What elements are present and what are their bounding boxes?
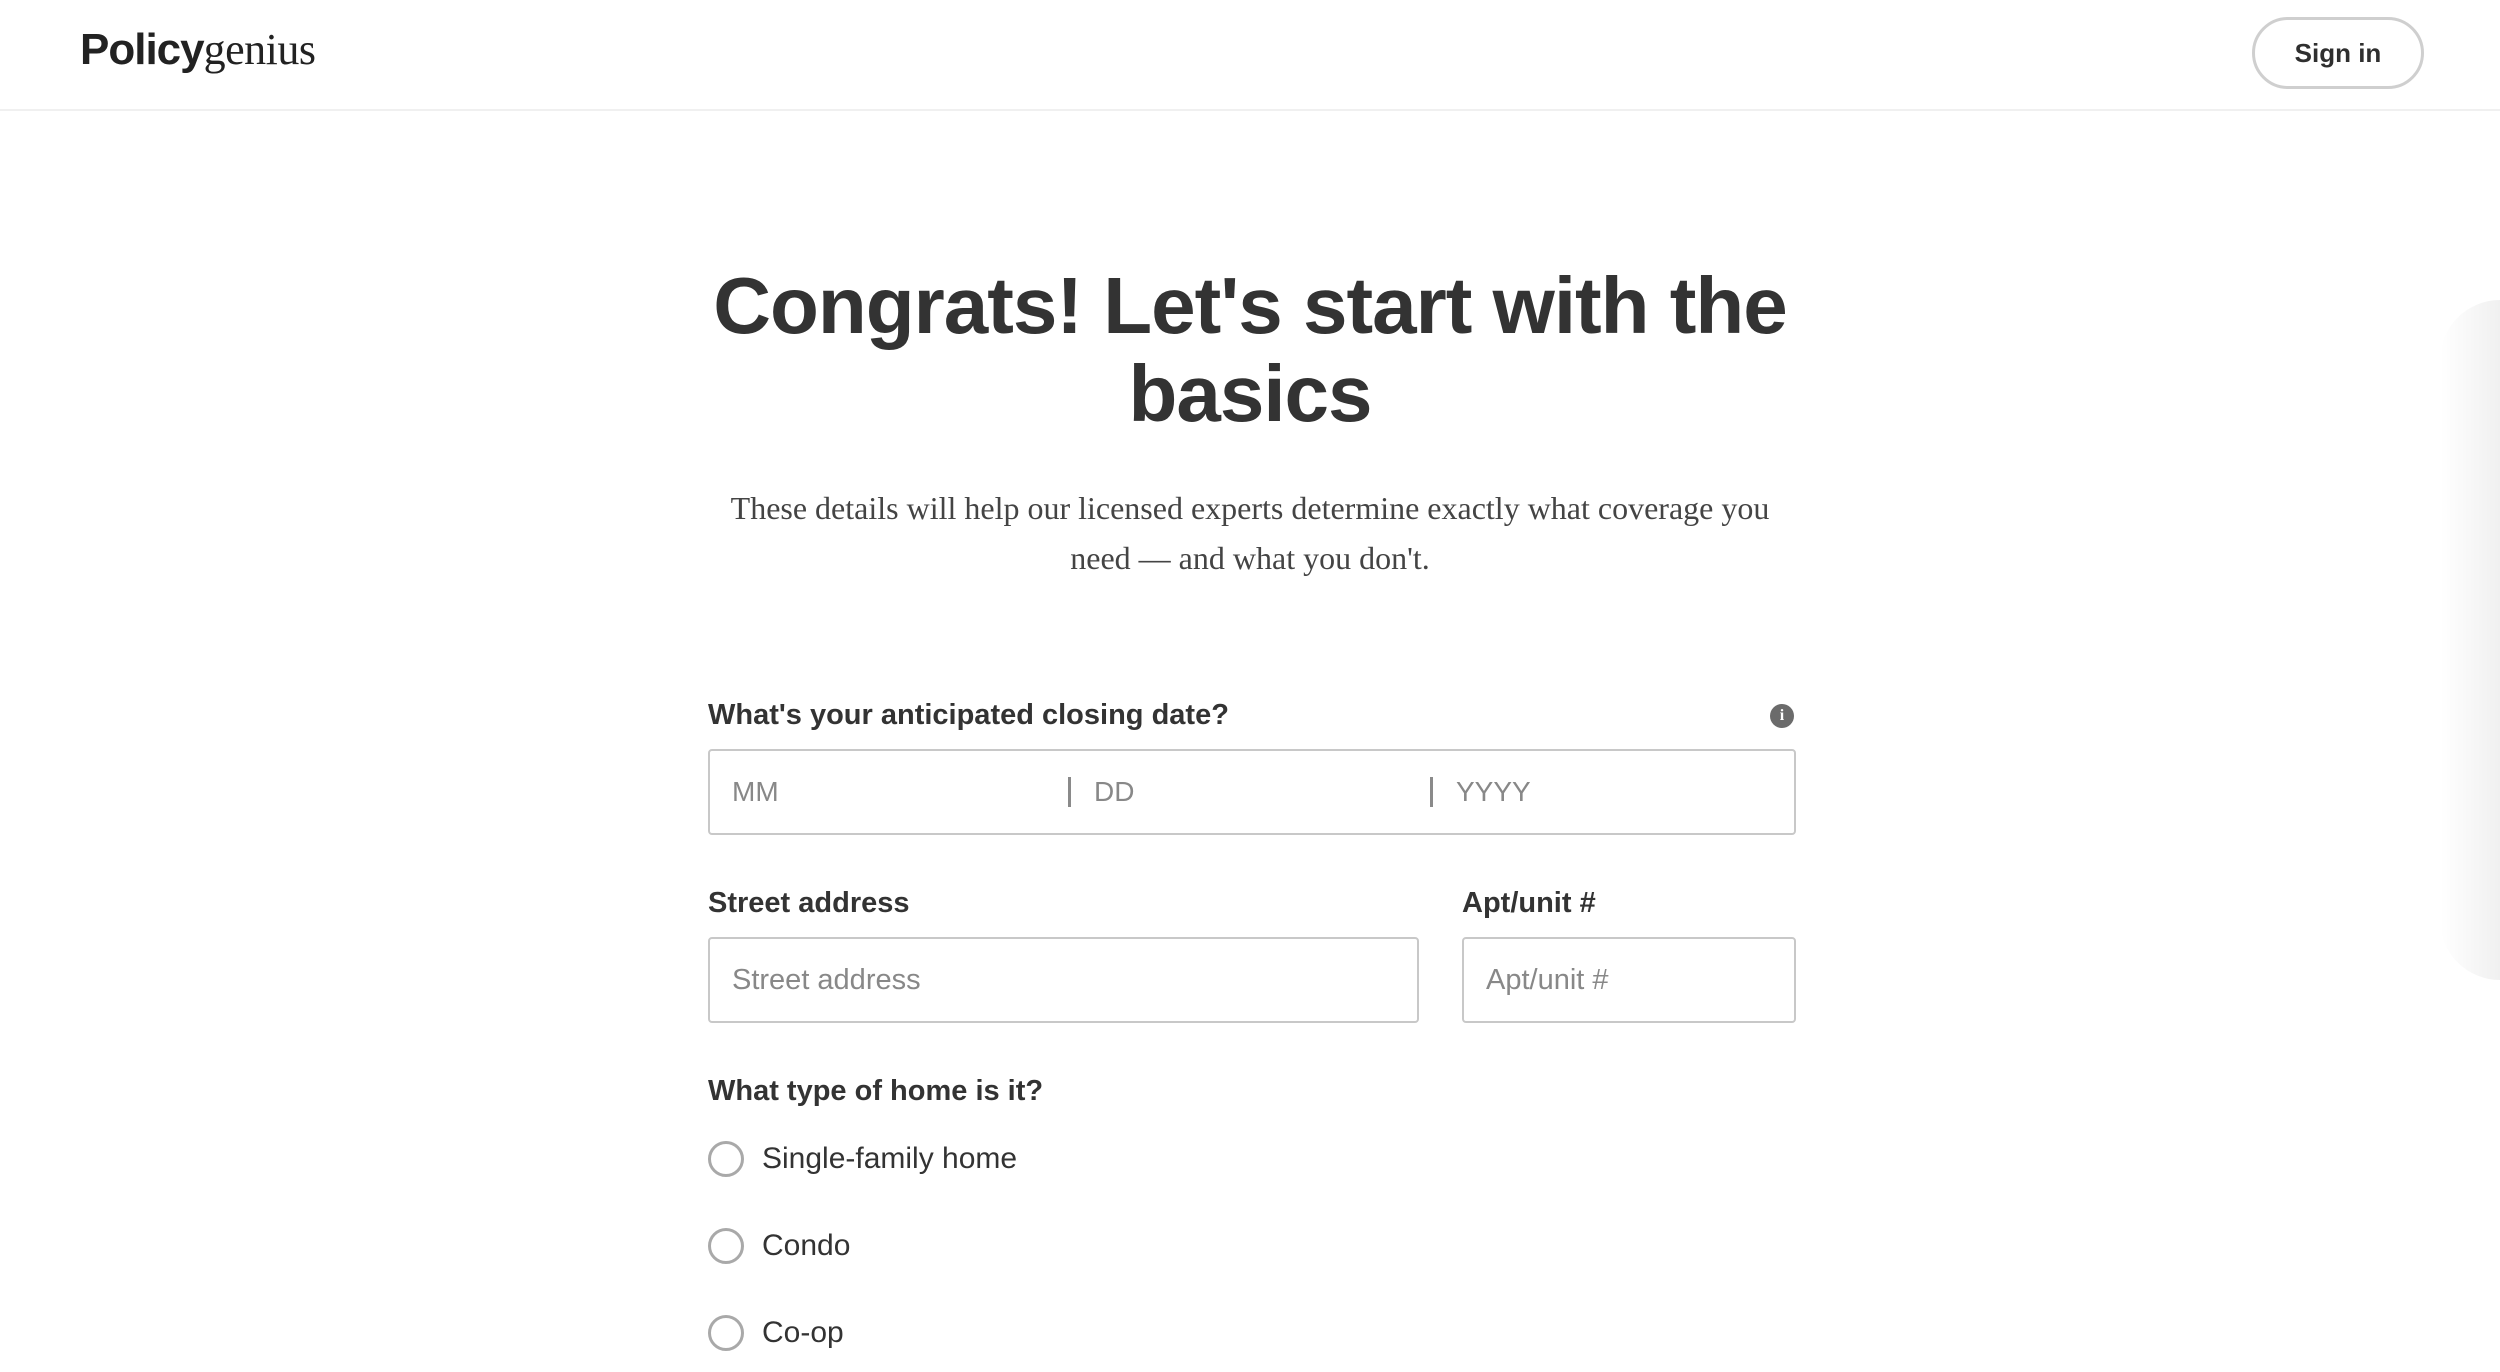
page-subtitle: These details will help our licensed exp…	[700, 483, 1800, 583]
date-separator	[1430, 777, 1433, 807]
street-address-label: Street address	[708, 887, 910, 919]
page-title: Congrats! Let's start with the basics	[700, 262, 1800, 438]
page-subtitle-line-2: need — and what you don't.	[1070, 540, 1430, 576]
logo-text-light: genius	[203, 25, 316, 74]
day-input[interactable]: DD	[1094, 751, 1424, 833]
policygenius-logo[interactable]: Policygenius	[80, 22, 316, 78]
page-subtitle-line-1: These details will help our licensed exp…	[730, 490, 1770, 526]
street-address-input[interactable]: Street address	[708, 937, 1419, 1023]
radio-button[interactable]	[708, 1141, 744, 1177]
radio-option-label: Condo	[762, 1229, 851, 1262]
closing-date-field: MM DD YYYY	[708, 749, 1796, 835]
year-input[interactable]: YYYY	[1456, 751, 1776, 833]
sign-in-button[interactable]: Sign in	[2252, 17, 2424, 89]
top-navigation-bar: Policygenius Sign in	[0, 0, 2500, 111]
closing-date-label: What's your anticipated closing date?	[708, 699, 1229, 731]
month-input[interactable]: MM	[732, 751, 1062, 833]
radio-button[interactable]	[708, 1315, 744, 1351]
side-panel-shadow	[2440, 300, 2500, 980]
apt-unit-label: Apt/unit #	[1462, 887, 1596, 919]
radio-option-label: Single-family home	[762, 1142, 1018, 1175]
apt-unit-input[interactable]: Apt/unit #	[1462, 937, 1796, 1023]
logo-text-bold: Policy	[80, 25, 205, 74]
page-title-line-2: basics	[1128, 349, 1372, 438]
radio-button[interactable]	[708, 1228, 744, 1264]
info-icon[interactable]: i	[1770, 704, 1794, 728]
home-type-label: What type of home is it?	[708, 1075, 1044, 1107]
page-title-line-1: Congrats! Let's start with the	[713, 261, 1788, 350]
date-separator	[1068, 777, 1071, 807]
radio-option-label: Co-op	[762, 1316, 844, 1349]
